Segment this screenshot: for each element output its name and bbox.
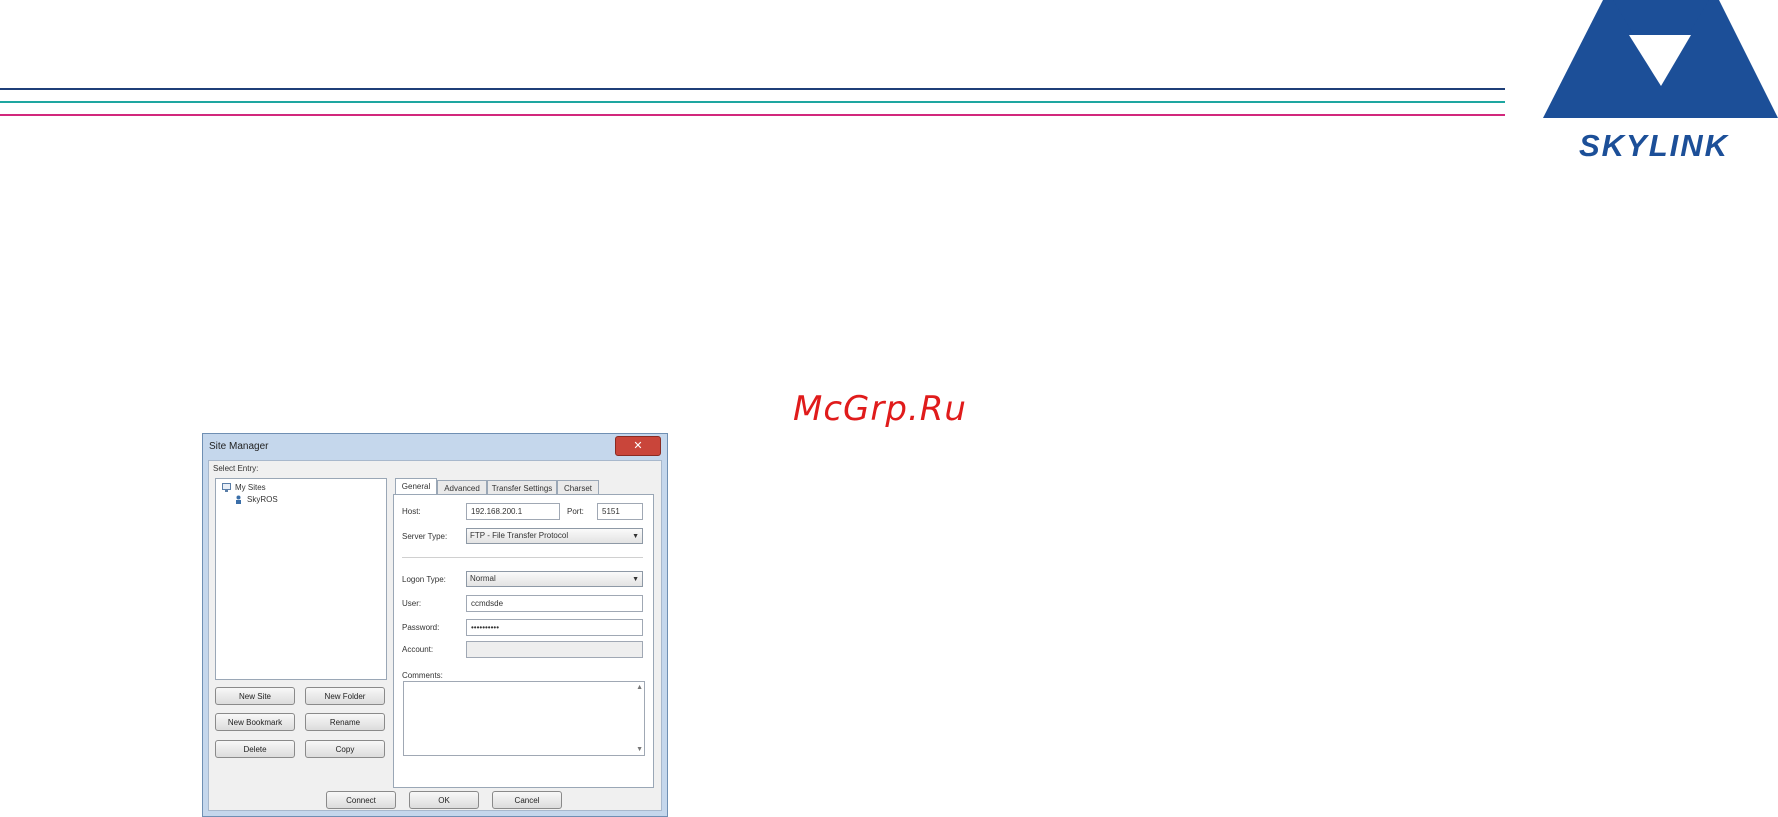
dialog-title: Site Manager: [209, 441, 269, 452]
port-input[interactable]: 5151: [597, 503, 643, 520]
tree-item-label: My Sites: [235, 483, 266, 492]
new-folder-button[interactable]: New Folder: [305, 687, 385, 705]
copy-button[interactable]: Copy: [305, 740, 385, 758]
tab-transfer-settings[interactable]: Transfer Settings: [487, 480, 557, 495]
user-input[interactable]: ccmdsde: [466, 595, 643, 612]
close-button[interactable]: ✕: [615, 436, 661, 456]
tab-advanced[interactable]: Advanced: [437, 480, 487, 495]
rename-button[interactable]: Rename: [305, 713, 385, 731]
user-label: User:: [402, 599, 422, 608]
scroll-up-icon[interactable]: ▲: [636, 684, 643, 691]
scroll-down-icon[interactable]: ▼: [636, 746, 643, 753]
new-bookmark-button[interactable]: New Bookmark: [215, 713, 295, 731]
logon-type-value: Normal: [470, 574, 496, 583]
select-entry-label: Select Entry:: [213, 464, 259, 473]
account-input: [466, 641, 643, 658]
chevron-down-icon: ▼: [632, 576, 639, 583]
divider: [402, 557, 643, 558]
delete-button[interactable]: Delete: [215, 740, 295, 758]
host-input[interactable]: 192.168.200.1: [466, 503, 560, 520]
computer-icon: [222, 483, 231, 492]
site-icon: [236, 495, 241, 504]
ok-button[interactable]: OK: [409, 791, 479, 809]
dialog-client-area: Select Entry: My Sites SkyROS New Site N…: [208, 460, 662, 811]
new-site-button[interactable]: New Site: [215, 687, 295, 705]
skylink-logo-text: SKYLINK: [1578, 128, 1730, 163]
header-line-magenta: [0, 114, 1505, 116]
logon-type-select[interactable]: Normal ▼: [466, 571, 643, 587]
port-label: Port:: [567, 507, 584, 516]
password-input[interactable]: ••••••••••: [466, 619, 643, 636]
tree-item-label: SkyROS: [247, 495, 278, 504]
connect-button[interactable]: Connect: [326, 791, 396, 809]
site-manager-dialog: Site Manager ✕ Select Entry: My Sites Sk…: [202, 433, 668, 817]
dialog-titlebar: Site Manager ✕: [203, 434, 667, 459]
server-type-value: FTP - File Transfer Protocol: [470, 531, 569, 540]
comments-textarea[interactable]: ▲ ▼: [403, 681, 645, 756]
server-type-label: Server Type:: [402, 532, 448, 541]
watermark-text: McGrp.Ru: [793, 389, 967, 429]
general-tab-panel: Host: 192.168.200.1 Port: 5151 Server Ty…: [393, 494, 654, 788]
chevron-down-icon: ▼: [632, 533, 639, 540]
tree-item-skyros[interactable]: SkyROS: [234, 495, 278, 504]
password-label: Password:: [402, 623, 440, 632]
server-type-select[interactable]: FTP - File Transfer Protocol ▼: [466, 528, 643, 544]
header-line-navy: [0, 88, 1505, 90]
tab-general[interactable]: General: [395, 478, 437, 495]
cancel-button[interactable]: Cancel: [492, 791, 562, 809]
host-label: Host:: [402, 507, 421, 516]
tab-charset[interactable]: Charset: [557, 480, 599, 495]
logon-type-label: Logon Type:: [402, 575, 446, 584]
comments-label: Comments:: [402, 671, 443, 680]
account-label: Account:: [402, 645, 434, 654]
header-line-teal: [0, 101, 1505, 103]
site-tree[interactable]: My Sites SkyROS: [215, 478, 387, 680]
tree-item-my-sites[interactable]: My Sites: [222, 483, 266, 492]
